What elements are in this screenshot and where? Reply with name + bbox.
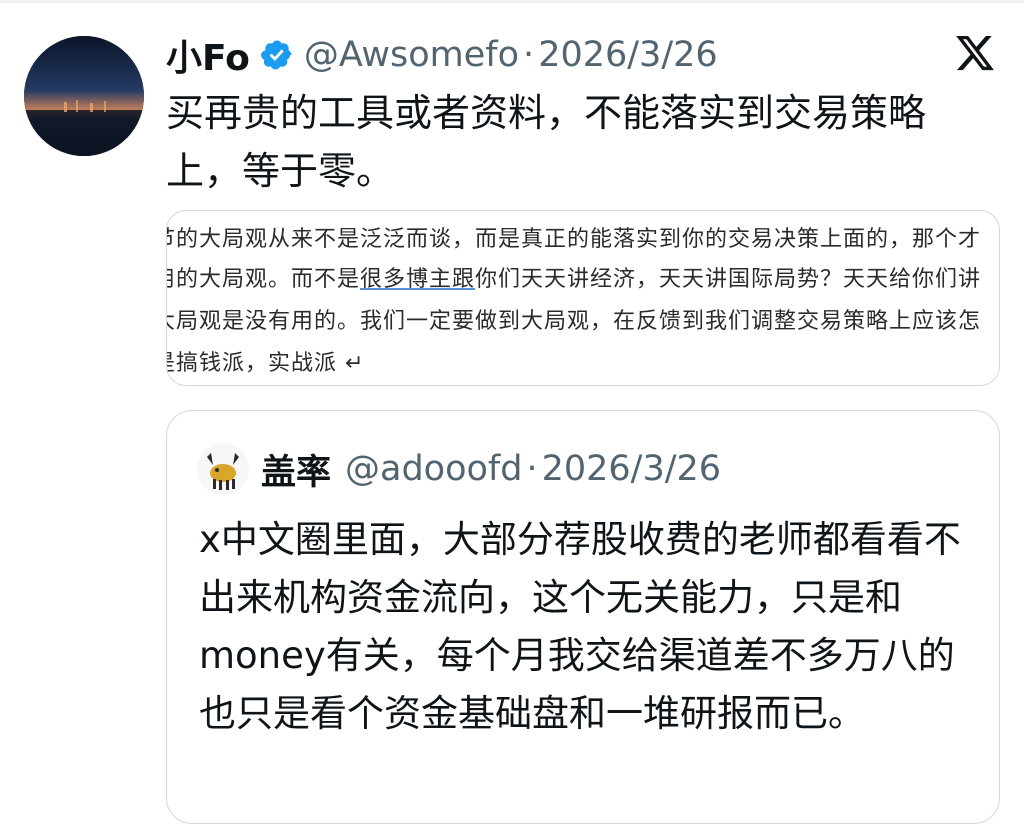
media-text-segment: 你们天天讲经济，天天讲国际局势？天天给你们讲 bbox=[475, 267, 982, 292]
quoted-author-handle[interactable]: @adooofd bbox=[345, 449, 522, 489]
media-text-line: 大局观是没有用的。我们一定要做到大局观，在反馈到我们调整交易策略上应该怎 bbox=[166, 309, 982, 334]
media-underlined-text: 很多博主跟 bbox=[360, 267, 476, 292]
meta-separator: · bbox=[526, 449, 538, 489]
meta-separator: · bbox=[523, 35, 535, 75]
quoted-post-text: x中文圈里面，大部分荐股收费的老师都看看不出来机构资金流向，这个无关能力，只是和… bbox=[199, 518, 961, 735]
verified-badge-icon bbox=[260, 40, 292, 70]
post-date[interactable]: 2026/3/26 bbox=[538, 35, 717, 75]
quoted-post-card[interactable]: 盖率 @adooofd · 2026/3/26 x中文圈里面，大部分荐股收费的老… bbox=[166, 410, 1000, 824]
media-text-segment: 用的大局观。而不是 bbox=[166, 267, 361, 292]
quoted-author-name[interactable]: 盖率 bbox=[261, 444, 331, 495]
author-name[interactable]: 小Fo bbox=[166, 29, 250, 81]
media-text-line: 用的大局观。而不是很多博主跟你们天天讲经济，天天讲国际局势？天天给你们讲 bbox=[166, 261, 999, 293]
quoted-post-date[interactable]: 2026/3/26 bbox=[542, 449, 721, 489]
x-logo-icon[interactable] bbox=[952, 32, 998, 74]
post-media-image[interactable]: 节的大局观从来不是泛泛而谈，而是真正的能落实到你的交易决策上面的，那个才 用的大… bbox=[166, 210, 1000, 386]
media-text-line: 是搞钱派，实战派 ↵ bbox=[166, 351, 365, 376]
media-text-line: 节的大局观从来不是泛泛而谈，而是真正的能落实到你的交易决策上面的，那个才 bbox=[166, 227, 982, 252]
quoted-post-header: 盖率 @adooofd · 2026/3/26 bbox=[261, 445, 721, 493]
quoted-author-avatar[interactable] bbox=[197, 443, 249, 495]
post-header: 小Fo @Awsomefo · 2026/3/26 bbox=[166, 30, 718, 80]
author-handle[interactable]: @Awsomefo bbox=[304, 35, 519, 75]
post-text: 买再贵的工具或者资料，不能落实到交易策略上，等于零。 bbox=[166, 91, 927, 193]
top-divider bbox=[0, 0, 1024, 3]
author-avatar[interactable] bbox=[24, 36, 144, 156]
